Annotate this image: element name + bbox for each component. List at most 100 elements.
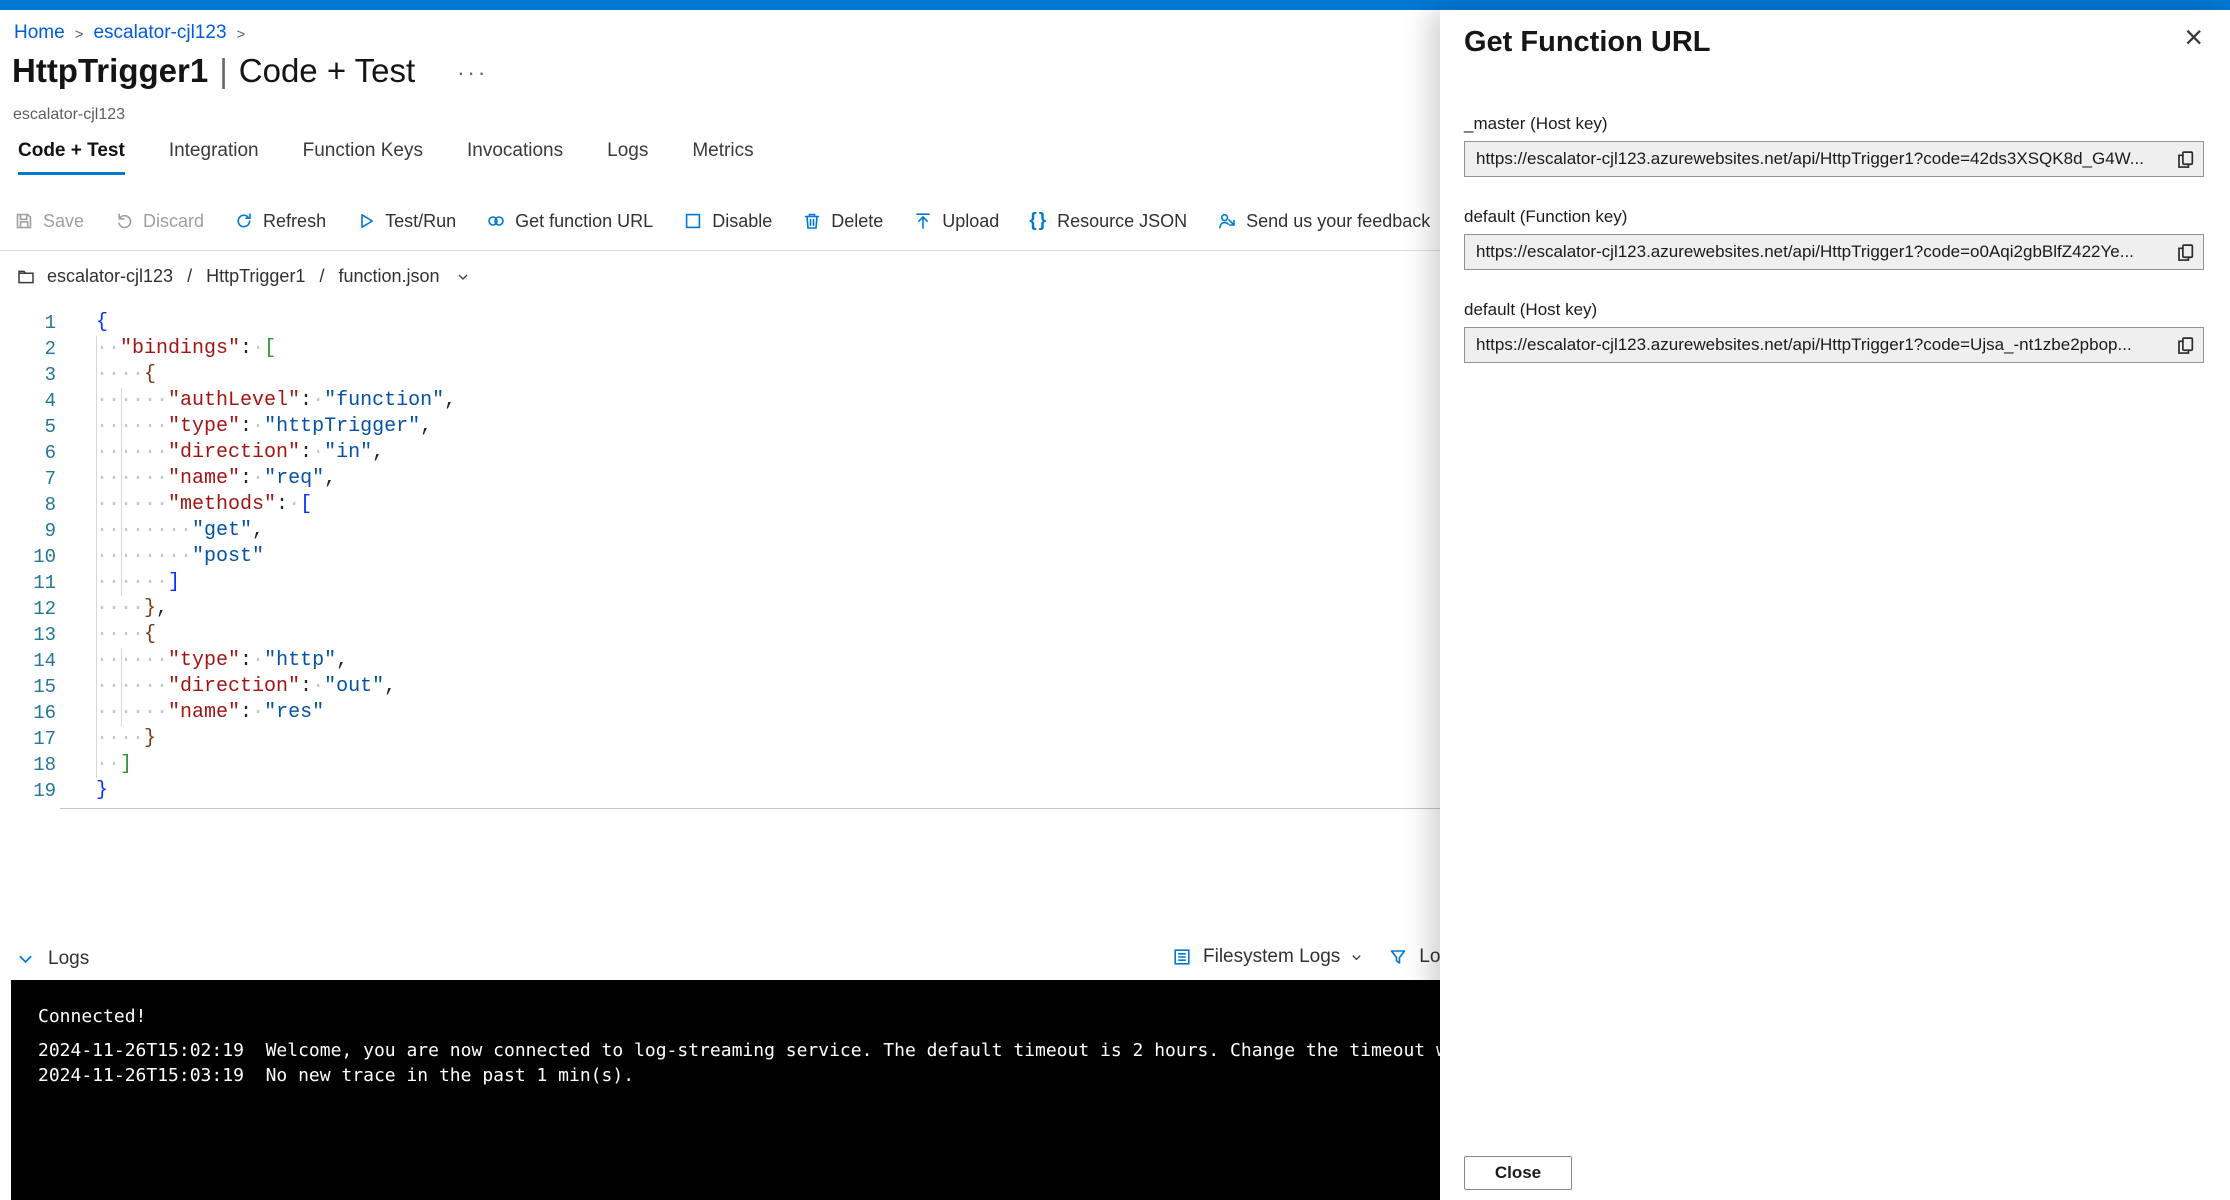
- code-editor[interactable]: 1{2 ··"bindings":·[3 ····{ 4 ······"authLeve…: [0, 310, 1440, 810]
- code-line: 12 ····},: [0, 596, 1440, 622]
- code-text: ····}: [96, 727, 157, 750]
- breadcrumb: Home > escalator-cjl123 >: [14, 22, 245, 44]
- toolbar-button-label: Resource JSON: [1057, 210, 1188, 231]
- toolbar-button-label: Test/Run: [385, 210, 457, 231]
- toolbar-test-run-button[interactable]: Test/Run: [356, 211, 456, 232]
- code-text: ········"post": [96, 545, 265, 568]
- breadcrumb-separator: >: [236, 25, 246, 43]
- toolbar-delete-button[interactable]: Delete: [802, 211, 883, 232]
- copy-icon[interactable]: [2175, 335, 2196, 356]
- more-menu-button[interactable]: ···: [457, 62, 488, 84]
- toolbar-refresh-button[interactable]: Refresh: [234, 211, 326, 232]
- upload-icon: [913, 211, 933, 231]
- copy-icon[interactable]: [2175, 242, 2196, 263]
- file-path-separator: /: [319, 266, 325, 286]
- code-text: ····},: [96, 597, 169, 620]
- filter-icon[interactable]: [1388, 947, 1408, 967]
- feedback-icon: [1217, 211, 1237, 231]
- line-number: 7: [44, 468, 56, 490]
- log-filter-dropdown[interactable]: Log: [1419, 946, 1440, 968]
- page-title: HttpTrigger1 | Code + Test: [12, 52, 415, 90]
- toolbar-save-button[interactable]: Save: [14, 211, 84, 232]
- code-text: ······"direction":·"in",: [96, 441, 385, 464]
- code-text: ······"type":·"httpTrigger",: [96, 415, 433, 438]
- console-line: 2024-11-26T15:02:19 Welcome, you are now…: [38, 1040, 1440, 1061]
- logs-toggle[interactable]: Logs: [16, 948, 89, 970]
- toolbar-disable-button[interactable]: Disable: [683, 211, 772, 232]
- url-input-default-host-key[interactable]: https://escalator-cjl123.azurewebsites.n…: [1464, 327, 2204, 363]
- code-line: 7 ······"name":·"req",: [0, 466, 1440, 492]
- disable-icon: [683, 211, 703, 231]
- tab-integration[interactable]: Integration: [169, 140, 259, 175]
- code-line: 16 ······"name":·"res": [0, 700, 1440, 726]
- line-number: 4: [44, 390, 56, 412]
- tab-logs[interactable]: Logs: [607, 140, 648, 175]
- console-line: 2024-11-26T15:03:19 No new trace in the …: [38, 1065, 635, 1086]
- line-number: 15: [33, 676, 56, 698]
- code-line: 9 ········"get",: [0, 518, 1440, 544]
- filesystem-logs-dropdown[interactable]: Filesystem Logs: [1203, 946, 1340, 968]
- link-icon: [486, 211, 506, 231]
- url-value: https://escalator-cjl123.azurewebsites.n…: [1476, 242, 2134, 261]
- tab-function-keys[interactable]: Function Keys: [303, 140, 423, 175]
- copy-icon[interactable]: [2175, 149, 2196, 170]
- chevron-down-icon[interactable]: [455, 269, 471, 285]
- toolbar-button-label: Send us your feedback: [1246, 210, 1431, 231]
- get-function-url-panel: Get Function URL × _master (Host key) htt…: [1440, 10, 2230, 1200]
- toolbar-button-label: Disable: [712, 210, 773, 231]
- toolbar-button-label: Get function URL: [515, 210, 654, 231]
- tab-code-test[interactable]: Code + Test: [18, 140, 125, 175]
- line-number: 14: [33, 650, 56, 672]
- code-line: 5 ······"type":·"httpTrigger",: [0, 414, 1440, 440]
- code-line: 17 ····}: [0, 726, 1440, 752]
- breadcrumb-link-home[interactable]: Home: [14, 22, 65, 44]
- function-url-fields: _master (Host key) https://escalator-cjl1…: [1464, 114, 2204, 393]
- tab-invocations[interactable]: Invocations: [467, 140, 563, 175]
- breadcrumb-link-escalator-cjl123[interactable]: escalator-cjl123: [93, 22, 226, 44]
- field-label: _master (Host key): [1464, 114, 1608, 133]
- toolbar-button-label: Delete: [831, 210, 884, 231]
- line-number: 12: [33, 598, 56, 620]
- braces-icon: {}: [1029, 210, 1049, 231]
- toolbar-discard-button[interactable]: Discard: [114, 211, 204, 232]
- code-line: 11 ······]: [0, 570, 1440, 596]
- file-path-dropdown[interactable]: escalator-cjl123 / HttpTrigger1 / functi…: [16, 266, 471, 287]
- code-line: 3 ····{: [0, 362, 1440, 388]
- file-path-function: HttpTrigger1: [206, 266, 306, 286]
- code-text: ····{: [96, 363, 157, 386]
- active-tab-underline: [18, 172, 125, 175]
- indent-guide: [121, 388, 122, 596]
- save-icon: [14, 211, 34, 231]
- close-icon[interactable]: ×: [2184, 18, 2203, 56]
- chevron-down-icon[interactable]: [1349, 950, 1364, 965]
- url-input-default-function-key[interactable]: https://escalator-cjl123.azurewebsites.n…: [1464, 234, 2204, 270]
- field-label: default (Host key): [1464, 300, 1598, 319]
- line-number: 3: [44, 364, 56, 386]
- toolbar-get-function-url-button[interactable]: Get function URL: [486, 211, 653, 232]
- code-text: ······"authLevel":·"function",: [96, 389, 457, 412]
- code-text: ······"methods":·[: [96, 493, 313, 516]
- toolbar-upload-button[interactable]: Upload: [913, 211, 999, 232]
- log-console: Connected! 2024-11-26T15:02:19 Welcome, y…: [11, 980, 1440, 1200]
- chevron-down-icon: [16, 950, 35, 969]
- url-input-master-host-key[interactable]: https://escalator-cjl123.azurewebsites.n…: [1464, 141, 2204, 177]
- field-label: default (Function key): [1464, 207, 1628, 226]
- close-button[interactable]: Close: [1464, 1156, 1572, 1190]
- code-line: 18 ··]: [0, 752, 1440, 778]
- folder-icon: [16, 267, 36, 287]
- code-text: ······"type":·"http",: [96, 649, 349, 672]
- file-path-app: escalator-cjl123: [47, 266, 174, 286]
- page-title-separator: |: [219, 52, 228, 89]
- delete-icon: [802, 211, 822, 231]
- toolbar-resource-json-button[interactable]: {} Resource JSON: [1029, 210, 1187, 232]
- line-number: 6: [44, 442, 56, 464]
- code-line: 2 ··"bindings":·[: [0, 336, 1440, 362]
- code-line: 6 ······"direction":·"in",: [0, 440, 1440, 466]
- tab-metrics[interactable]: Metrics: [692, 140, 753, 175]
- code-text: }: [96, 779, 109, 802]
- toolbar-send-us-your-feedback-button[interactable]: Send us your feedback: [1217, 211, 1430, 232]
- file-path-separator: /: [187, 266, 193, 286]
- code-line: 14 ······"type":·"http",: [0, 648, 1440, 674]
- code-line: 1{: [0, 310, 1440, 336]
- azure-top-bar: [0, 0, 2230, 10]
